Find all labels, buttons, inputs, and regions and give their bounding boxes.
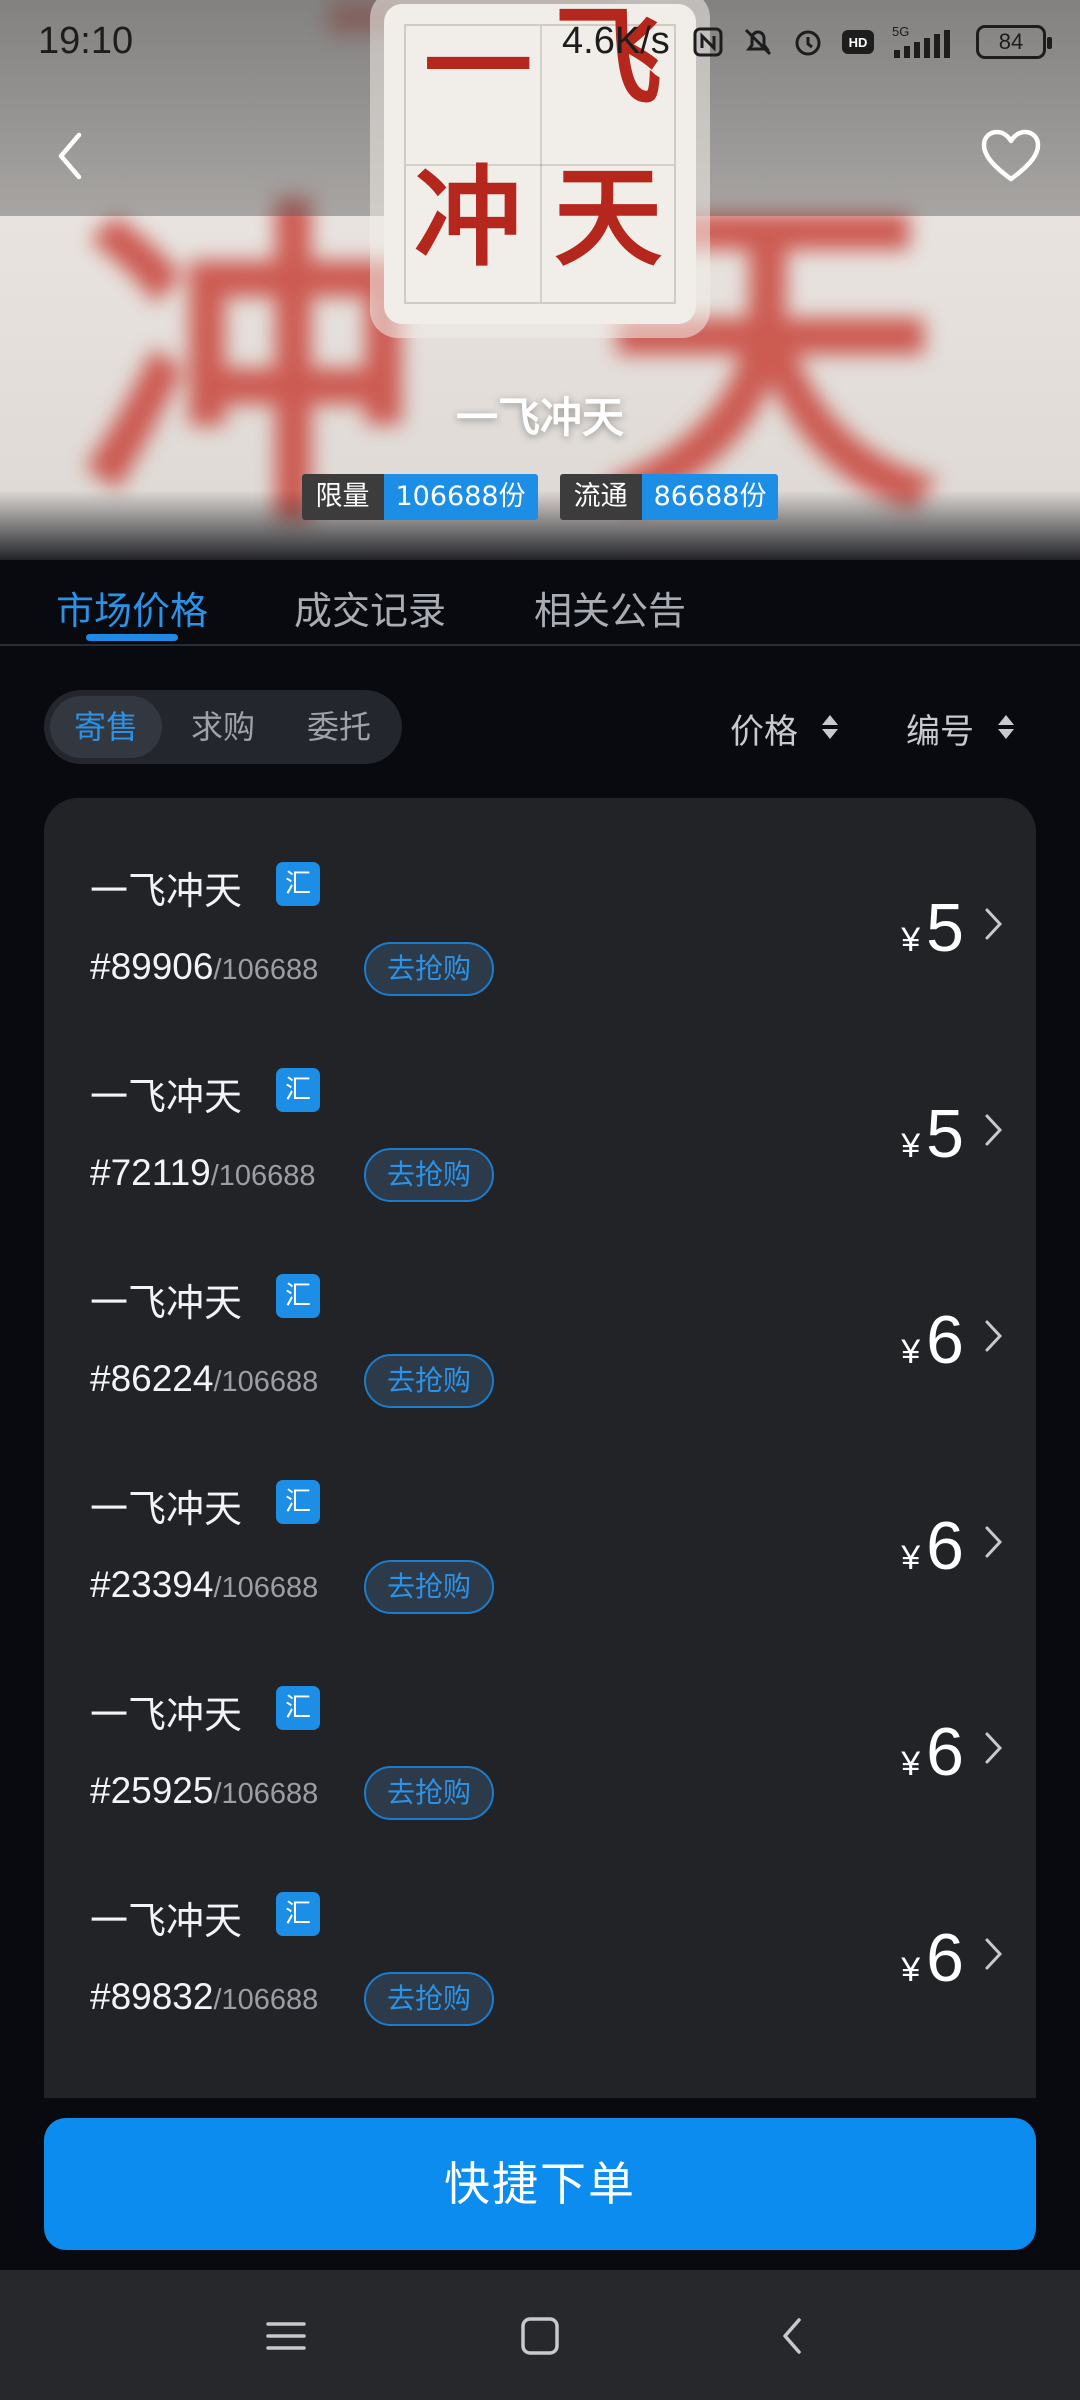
status-bar: 19:10 4.6K/s HD 5G 84 <box>0 0 1080 88</box>
grab-button[interactable]: 去抢购 <box>364 1148 494 1202</box>
supply-badges: 限量 106688份 流通 86688份 <box>0 474 1080 520</box>
listing-row[interactable]: 一飞冲天 汇 #89832/106688 去抢购 ¥6 <box>44 1828 1036 2034</box>
sort-price-label: 价格 <box>730 711 798 752</box>
hero-banner: 冲 天 一 一 飞 冲 天 19:10 4.6K/s HD <box>0 0 1080 560</box>
chevron-right-icon <box>985 1732 1003 1764</box>
item-type-badge: 汇 <box>276 1274 320 1318</box>
limit-value: 106688份 <box>383 474 538 520</box>
item-serial: #89832/106688 <box>90 1976 319 2017</box>
item-price: ¥6 <box>901 1508 964 1584</box>
item-type-badge: 汇 <box>276 1068 320 1112</box>
quick-order-button[interactable]: 快捷下单 <box>44 2118 1036 2250</box>
listing-row[interactable]: 一飞冲天 汇 #72119/106688 去抢购 ¥5 <box>44 1004 1036 1210</box>
listing-list: 一飞冲天 汇 #89906/106688 去抢购 ¥5 一飞冲天 汇 #7211… <box>44 798 1036 2098</box>
collection-title: 一飞冲天 <box>455 393 624 442</box>
mute-bell-icon <box>740 24 776 60</box>
favorite-button[interactable] <box>978 126 1044 186</box>
item-name: 一飞冲天 <box>90 869 243 913</box>
listing-row[interactable]: 一飞冲天 汇 #25925/106688 去抢购 ¥6 <box>44 1622 1036 1828</box>
alarm-icon <box>790 24 826 60</box>
status-time: 19:10 <box>38 20 134 62</box>
nfc-icon <box>690 24 726 60</box>
menu-nav-button[interactable] <box>256 2308 316 2364</box>
item-serial: #25925/106688 <box>90 1770 319 1811</box>
back-nav-button[interactable] <box>762 2308 822 2364</box>
item-name: 一飞冲天 <box>90 1693 243 1737</box>
listing-type-switch: 寄售 求购 委托 <box>44 690 402 764</box>
grab-button[interactable]: 去抢购 <box>364 942 494 996</box>
item-price: ¥5 <box>901 890 964 966</box>
item-type-badge: 汇 <box>276 862 320 906</box>
item-name: 一飞冲天 <box>90 1487 243 1531</box>
chevron-right-icon <box>985 1114 1003 1146</box>
listing-row[interactable]: 一飞冲天 汇 #86224/106688 去抢购 ¥6 <box>44 1210 1036 1416</box>
chevron-left-icon <box>58 132 82 180</box>
listing-row[interactable]: 一飞冲天 汇 #89906/106688 去抢购 ¥5 <box>44 798 1036 1004</box>
item-type-badge: 汇 <box>276 1892 320 1936</box>
tab-announcements[interactable]: 相关公告 <box>534 580 686 635</box>
item-name: 一飞冲天 <box>90 1075 243 1119</box>
hd-icon: HD <box>840 24 876 60</box>
item-serial: #72119/106688 <box>90 1152 316 1193</box>
battery-icon: 84 <box>976 25 1052 59</box>
svg-text:HD: HD <box>849 35 868 50</box>
active-tab-indicator <box>86 634 178 641</box>
back-button[interactable] <box>40 126 100 186</box>
segment-consignment[interactable]: 寄售 <box>50 696 162 758</box>
grab-button[interactable]: 去抢购 <box>364 1560 494 1614</box>
item-name: 一飞冲天 <box>90 1281 243 1325</box>
tab-bar: 市场价格 成交记录 相关公告 <box>0 570 1080 646</box>
back-chevron-icon <box>783 2318 801 2354</box>
item-price: ¥6 <box>901 1920 964 1996</box>
item-type-badge: 汇 <box>276 1480 320 1524</box>
svg-text:5G: 5G <box>892 24 909 39</box>
status-network-speed: 4.6K/s <box>562 20 670 62</box>
grab-button[interactable]: 去抢购 <box>364 1354 494 1408</box>
home-square-icon <box>521 2317 559 2355</box>
grab-button[interactable]: 去抢购 <box>364 1972 494 2026</box>
circulation-label: 流通 <box>559 474 642 520</box>
listing-row[interactable]: 一飞冲天 汇 #23394/106688 去抢购 ¥6 <box>44 1416 1036 1622</box>
item-type-badge: 汇 <box>276 1686 320 1730</box>
sort-arrows-icon <box>996 713 1016 743</box>
item-price: ¥5 <box>901 1096 964 1172</box>
circulation-value: 86688份 <box>641 474 779 520</box>
segment-buy-request[interactable]: 求购 <box>168 696 278 758</box>
sort-by-number[interactable]: 编号 <box>906 700 1016 756</box>
artwork-char: 天 <box>554 155 663 281</box>
limit-badge: 限量 106688份 <box>301 474 538 520</box>
item-serial: #86224/106688 <box>90 1358 319 1399</box>
circulation-badge: 流通 86688份 <box>559 474 779 520</box>
segment-entrust[interactable]: 委托 <box>284 696 394 758</box>
tab-market-price[interactable]: 市场价格 <box>56 580 208 635</box>
chevron-right-icon <box>985 1526 1003 1558</box>
menu-icon <box>266 2322 306 2350</box>
limit-label: 限量 <box>301 474 384 520</box>
chevron-right-icon <box>985 1938 1003 1970</box>
sort-by-price[interactable]: 价格 <box>730 700 840 756</box>
sort-arrows-icon <box>820 713 840 743</box>
sort-number-label: 编号 <box>906 711 974 752</box>
system-navigation-bar <box>0 2270 1080 2400</box>
home-nav-button[interactable] <box>510 2308 570 2364</box>
item-name: 一飞冲天 <box>90 1899 243 1943</box>
chevron-right-icon <box>985 1320 1003 1352</box>
artwork-char: 冲 <box>414 155 523 281</box>
item-serial: #23394/106688 <box>90 1564 319 1605</box>
tab-transaction-records[interactable]: 成交记录 <box>294 580 446 635</box>
heart-outline-icon <box>981 129 1041 182</box>
chevron-right-icon <box>985 908 1003 940</box>
item-price: ¥6 <box>901 1302 964 1378</box>
signal-5g-icon: 5G <box>890 24 956 60</box>
item-price: ¥6 <box>901 1714 964 1790</box>
grab-button[interactable]: 去抢购 <box>364 1766 494 1820</box>
item-serial: #89906/106688 <box>90 946 319 987</box>
